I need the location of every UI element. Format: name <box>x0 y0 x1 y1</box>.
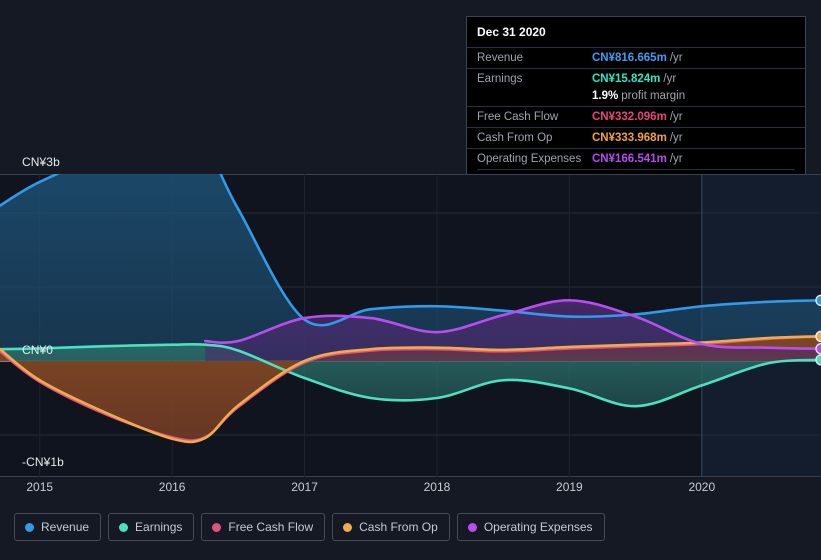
tooltip-row-earnings: Earnings CN¥15.824m/yr <box>467 68 805 89</box>
chart-plot-area[interactable] <box>0 174 821 477</box>
legend-item-revenue[interactable]: Revenue <box>14 513 102 541</box>
legend-color-dot-icon <box>343 522 353 532</box>
legend-color-dot-icon <box>467 522 477 532</box>
tooltip-row-label: Cash From Op <box>477 132 553 144</box>
legend-color-dot-icon <box>25 522 34 532</box>
data-tooltip-panel: Dec 31 2020 Revenue CN¥816.665m/yr Earning… <box>466 16 806 175</box>
legend-color-dot-icon <box>119 522 129 532</box>
x-axis: 2015 2016 2017 2018 2019 2020 <box>0 480 821 502</box>
x-axis-label-2017: 2017 <box>291 480 318 494</box>
tooltip-row-label: Operating Expenses <box>477 153 582 165</box>
tooltip-date: Dec 31 2020 <box>477 25 546 39</box>
legend-item-earnings[interactable]: Earnings <box>108 513 195 541</box>
tooltip-row-value: CN¥166.541m/yr <box>592 153 683 165</box>
legend-item-label: Operating Expenses <box>483 520 593 534</box>
tooltip-row-amount: CN¥816.665m <box>592 52 667 64</box>
legend-item-label: Revenue <box>41 520 90 534</box>
tooltip-row-label: Earnings <box>477 73 523 85</box>
tooltip-row-value: CN¥332.096m/yr <box>592 111 683 123</box>
tooltip-rows: Revenue CN¥816.665m/yr Earnings CN¥15.824m /… <box>467 47 805 170</box>
chart-legend[interactable]: Revenue Earnings Free Cash Flow Cash From O… <box>14 513 605 541</box>
x-axis-label-2019: 2019 <box>556 480 583 494</box>
tooltip-bottom-rule <box>477 169 795 170</box>
legend-item-cash-from-op[interactable]: Cash From Op <box>332 513 450 541</box>
tooltip-row-amount: CN¥166.541m <box>592 153 667 165</box>
profit-margin-number: 1.9% <box>592 90 619 102</box>
chart-svg <box>0 174 821 477</box>
tooltip-row-value: CN¥15.824m/yr <box>592 73 676 85</box>
tooltip-profit-margin-value: 1.9% profit margin <box>592 90 685 102</box>
tooltip-row-value: CN¥816.665m/yr <box>592 52 683 64</box>
tooltip-row-cash-from-op: Cash From Op CN¥333.968m/yr <box>467 127 805 148</box>
x-axis-label-2015: 2015 <box>26 480 54 494</box>
legend-color-dot-icon <box>212 522 222 532</box>
tooltip-row-profit-margin: 1.9% profit margin <box>467 89 805 106</box>
endpoint-marker-operating-expenses[interactable] <box>815 343 821 355</box>
endpoint-marker-cash-from-op[interactable] <box>815 330 821 342</box>
legend-item-label: Earnings <box>135 520 183 534</box>
endpoint-marker-revenue[interactable] <box>815 294 821 307</box>
legend-item-label: Free Cash Flow <box>228 520 314 534</box>
tooltip-row-unit: /yr <box>669 153 683 165</box>
x-axis-label-2016: 2016 <box>158 480 186 494</box>
legend-item-label: Cash From Op <box>359 520 438 534</box>
tooltip-row-unit: /yr <box>669 111 683 123</box>
x-axis-label-2018: 2018 <box>423 480 451 494</box>
legend-item-operating-expenses[interactable]: Operating Expenses <box>456 513 605 541</box>
tooltip-row-free-cash-flow: Free Cash Flow CN¥332.096m/yr <box>467 106 805 127</box>
tooltip-row-amount: CN¥332.096m <box>592 111 667 123</box>
y-axis-label-top: CN¥3b <box>22 155 60 169</box>
tooltip-row-amount: CN¥15.824m <box>592 73 661 85</box>
tooltip-row-value: CN¥333.968m/yr <box>592 132 683 144</box>
financial-chart-screen: CN¥3b CN¥0 -CN¥1b 2015 2016 2017 2018 2019 20… <box>0 0 821 560</box>
legend-item-free-cash-flow[interactable]: Free Cash Flow <box>201 513 326 541</box>
tooltip-row-unit: /yr <box>669 52 683 64</box>
endpoint-marker-earnings[interactable] <box>815 354 821 366</box>
tooltip-row-unit: /yr <box>669 132 683 144</box>
tooltip-row-amount: CN¥333.968m <box>592 132 667 144</box>
profit-margin-text: profit margin <box>621 90 686 102</box>
tooltip-row-operating-expenses: Operating Expenses CN¥166.541m/yr <box>467 148 805 169</box>
tooltip-row-revenue: Revenue CN¥816.665m/yr <box>467 47 805 68</box>
tooltip-row-label: Revenue <box>477 52 524 64</box>
tooltip-row-label: Free Cash Flow <box>477 111 559 123</box>
tooltip-row-unit: /yr <box>663 73 677 85</box>
x-axis-label-2020: 2020 <box>688 480 716 494</box>
